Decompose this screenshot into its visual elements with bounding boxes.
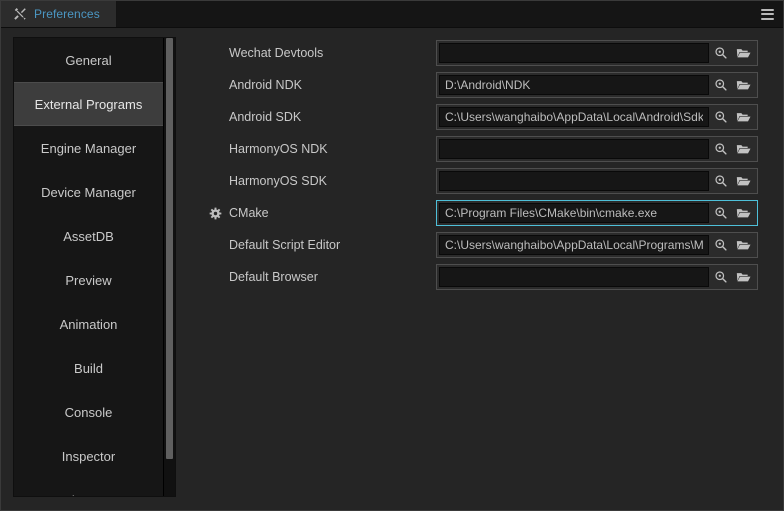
sidebar-item-engine-manager[interactable]: Engine Manager xyxy=(14,126,163,170)
sidebar-scrollbar-thumb[interactable] xyxy=(166,38,173,460)
sidebar-item-label: External Programs xyxy=(34,96,143,112)
form-rows: Wechat Devtools Android NDK Android SDK Har… xyxy=(198,37,763,293)
form-row-wechat-devtools: Wechat Devtools xyxy=(198,37,763,69)
hamburger-bars xyxy=(760,8,774,20)
field-group-default-script-editor xyxy=(436,232,758,258)
field-group-android-sdk xyxy=(436,104,758,130)
field-group-android-ndk xyxy=(436,72,758,98)
sidebar-item-external-programs[interactable]: External Programs xyxy=(14,82,163,126)
folder-open-icon[interactable] xyxy=(732,139,755,159)
field-label-android-ndk: Android NDK xyxy=(229,78,302,92)
sidebar-scrollbar[interactable] xyxy=(163,38,175,496)
magnifier-icon[interactable] xyxy=(709,75,732,95)
external-programs-form: Wechat Devtools Android NDK Android SDK Har… xyxy=(176,28,783,510)
field-group-cmake xyxy=(436,200,758,226)
field-label-harmonyos-ndk: HarmonyOS NDK xyxy=(229,142,328,156)
folder-open-icon[interactable] xyxy=(732,75,755,95)
sidebar-item-inspector[interactable]: Inspector xyxy=(14,434,163,478)
sidebar-item-label: Inspector xyxy=(61,448,116,464)
field-label-default-browser: Default Browser xyxy=(229,270,318,284)
magnifier-icon[interactable] xyxy=(709,203,732,223)
form-row-android-ndk: Android NDK xyxy=(198,69,763,101)
field-label-cmake: CMake xyxy=(229,206,269,220)
magnifier-icon[interactable] xyxy=(709,267,732,287)
path-input-android-sdk[interactable] xyxy=(439,107,709,127)
sidebar-item-animation[interactable]: Animation xyxy=(14,302,163,346)
field-group-default-browser xyxy=(436,264,758,290)
path-input-wechat-devtools[interactable] xyxy=(439,43,709,63)
row-label-area: HarmonyOS SDK xyxy=(198,174,436,188)
field-group-harmonyos-sdk xyxy=(436,168,758,194)
path-input-harmonyos-sdk[interactable] xyxy=(439,171,709,191)
sidebar-item-build[interactable]: Build xyxy=(14,346,163,390)
content-area: General External Programs Engine Manager De… xyxy=(1,28,783,510)
form-row-android-sdk: Android SDK xyxy=(198,101,763,133)
folder-open-icon[interactable] xyxy=(732,235,755,255)
row-label-area: Default Script Editor xyxy=(198,238,436,252)
magnifier-icon[interactable] xyxy=(709,235,732,255)
field-label-harmonyos-sdk: HarmonyOS SDK xyxy=(229,174,327,188)
path-input-default-script-editor[interactable] xyxy=(439,235,709,255)
field-label-android-sdk: Android SDK xyxy=(229,110,302,124)
sidebar-item-preview[interactable]: Preview xyxy=(14,258,163,302)
form-row-harmonyos-ndk: HarmonyOS NDK xyxy=(198,133,763,165)
field-group-wechat-devtools xyxy=(436,40,758,66)
form-row-default-browser: Default Browser xyxy=(198,261,763,293)
tab-bar: Preferences xyxy=(1,1,783,28)
magnifier-icon[interactable] xyxy=(709,107,732,127)
row-label-area: CMake xyxy=(198,206,436,220)
sidebar-item-label: Device Manager xyxy=(41,184,136,200)
sidebar-item-label: Build xyxy=(74,360,103,376)
sidebar-item-general[interactable]: General xyxy=(14,38,163,82)
sidebar-item-device-manager[interactable]: Device Manager xyxy=(14,170,163,214)
sidebar-item-label: Laboratory xyxy=(57,493,119,497)
magnifier-icon[interactable] xyxy=(709,43,732,63)
sidebar-item-label: Console xyxy=(64,404,113,420)
sidebar-item-label: Engine Manager xyxy=(40,140,137,156)
row-label-area: Android NDK xyxy=(198,78,436,92)
tools-icon xyxy=(13,7,27,21)
sidebar-item-assetdb[interactable]: AssetDB xyxy=(14,214,163,258)
folder-open-icon[interactable] xyxy=(732,171,755,191)
tab-bar-spacer xyxy=(117,1,751,27)
field-label-wechat-devtools: Wechat Devtools xyxy=(229,46,324,60)
folder-open-icon[interactable] xyxy=(732,267,755,287)
form-row-cmake: CMake xyxy=(198,197,763,229)
path-input-android-ndk[interactable] xyxy=(439,75,709,95)
row-label-area: Default Browser xyxy=(198,270,436,284)
folder-open-icon[interactable] xyxy=(732,43,755,63)
sidebar-item-console[interactable]: Console xyxy=(14,390,163,434)
sidebar-list: General External Programs Engine Manager De… xyxy=(14,38,163,496)
row-label-area: Wechat Devtools xyxy=(198,46,436,60)
tab-preferences[interactable]: Preferences xyxy=(1,1,117,27)
sidebar-item-label: Animation xyxy=(59,316,118,332)
path-input-cmake[interactable] xyxy=(439,203,709,223)
sidebar-item-label: AssetDB xyxy=(63,228,114,244)
gear-icon[interactable] xyxy=(209,207,222,220)
sidebar: General External Programs Engine Manager De… xyxy=(13,37,176,497)
magnifier-icon[interactable] xyxy=(709,139,732,159)
field-group-harmonyos-ndk xyxy=(436,136,758,162)
row-label-area: HarmonyOS NDK xyxy=(198,142,436,156)
tab-label: Preferences xyxy=(34,7,100,21)
field-label-default-script-editor: Default Script Editor xyxy=(229,238,341,252)
preferences-window: Preferences General External Programs Engi… xyxy=(0,0,784,511)
sidebar-item-laboratory[interactable]: Laboratory xyxy=(14,478,163,497)
form-row-default-script-editor: Default Script Editor xyxy=(198,229,763,261)
sidebar-item-label: Preview xyxy=(65,272,112,288)
sidebar-item-label: General xyxy=(65,52,112,68)
form-row-harmonyos-sdk: HarmonyOS SDK xyxy=(198,165,763,197)
magnifier-icon[interactable] xyxy=(709,171,732,191)
path-input-harmonyos-ndk[interactable] xyxy=(439,139,709,159)
row-label-area: Android SDK xyxy=(198,110,436,124)
hamburger-menu-icon[interactable] xyxy=(751,1,783,27)
path-input-default-browser[interactable] xyxy=(439,267,709,287)
folder-open-icon[interactable] xyxy=(732,107,755,127)
folder-open-icon[interactable] xyxy=(732,203,755,223)
